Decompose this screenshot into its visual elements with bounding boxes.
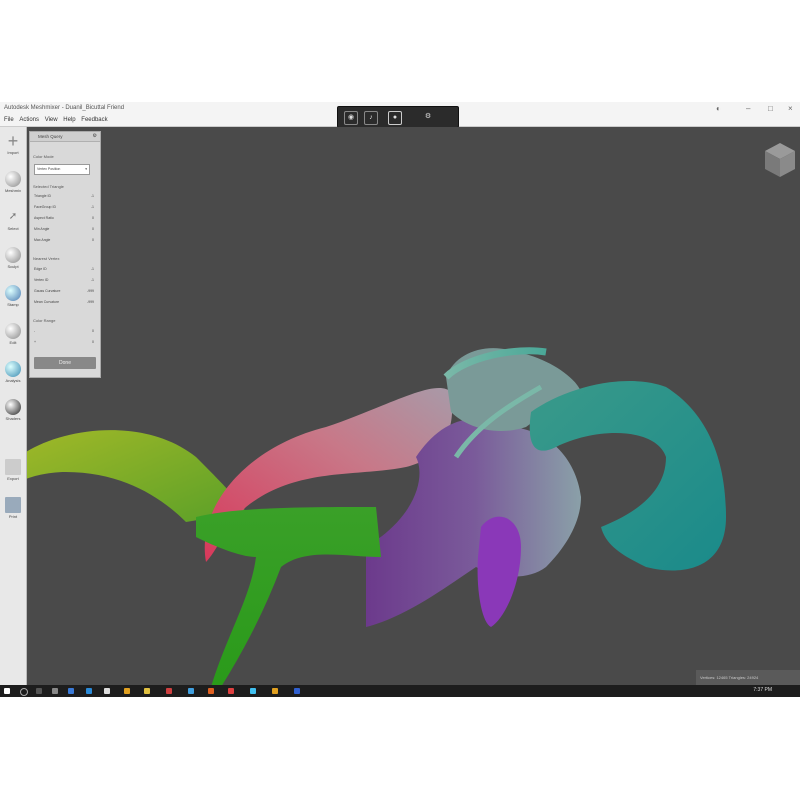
tool-sidebar: + Import Meshmix ➚ Select Sculpt Stamp E… [0,127,27,687]
app-icon[interactable] [166,688,172,694]
tool-select[interactable]: ➚ Select [1,207,25,241]
app-icon[interactable] [294,688,300,694]
mesh-query-panel: Mesh Query ⚙ Color Mode Vertex Position … [29,131,101,378]
folder-icon[interactable] [124,688,130,694]
tool-meshmix[interactable]: Meshmix [1,169,25,203]
tool-print[interactable]: Print [1,495,25,529]
edit-icon [5,323,21,339]
export-icon [5,459,21,475]
start-icon[interactable] [4,688,10,694]
mesh-stats: Vertices: 12465 Triangles: 24924 [696,670,800,685]
app-icon[interactable] [68,688,74,694]
facegroup-id-row: FaceGroup ID -1 [34,205,94,209]
view-cube-icon[interactable] [765,143,795,177]
3d-viewport[interactable] [26,127,800,687]
app-icon[interactable] [104,688,110,694]
min-angle-row: Min Angle 0 [34,227,94,231]
close-icon[interactable]: × [788,104,793,113]
selected-triangle-label: Selected Triangle [33,184,64,189]
task-view-icon[interactable] [36,688,42,694]
gauss-curvature-row: Gauss Curvature -999 [34,289,94,293]
max-angle-row: Max Angle 0 [34,238,94,242]
mesh-model[interactable] [26,127,800,687]
minimize-icon[interactable]: – [746,104,750,113]
color-mode-select[interactable]: Vertex Position ▾ [34,164,90,175]
stamp-icon [5,285,21,301]
app-icon[interactable] [208,688,214,694]
panel-title: Mesh Query [38,134,63,139]
arrow-icon: ➚ [8,211,18,222]
restore-icon[interactable]: ◐ [716,104,721,113]
maximize-icon[interactable]: □ [768,104,773,113]
capture-toolbar: ◉ ♪ ● ⚙ [337,106,459,128]
triangle-id-row: Triangle ID -1 [34,194,94,198]
color-mode-label: Color Mode [33,154,54,159]
tool-sculpt[interactable]: Sculpt [1,245,25,279]
mean-curvature-row: Mean Curvature -999 [34,300,94,304]
window-title: Autodesk Meshmixer - Duanil_Bicuttal Fri… [4,105,125,111]
range-min-row[interactable]: -0 [34,328,96,334]
nearest-vertex-label: Nearest Vertex [33,256,60,261]
menu-actions[interactable]: Actions [19,117,39,123]
color-range-label: Color Range [33,318,56,323]
app-icon[interactable] [52,688,58,694]
shader-icon [5,399,21,415]
edge-id-row: Edge ID -1 [34,267,94,271]
vertex-id-row: Vertex ID -1 [34,278,94,282]
camera-icon[interactable]: ◉ [344,111,358,125]
app-icon[interactable] [144,688,150,694]
tool-export[interactable]: Export [1,457,25,491]
app-icon[interactable] [86,688,92,694]
print-icon [5,497,21,513]
brush-icon [5,247,21,263]
tool-stamp[interactable]: Stamp [1,283,25,317]
done-button[interactable]: Done [34,357,96,369]
menu-file[interactable]: File [4,117,14,123]
menu-feedback[interactable]: Feedback [81,117,107,123]
app-icon[interactable] [228,688,234,694]
app-icon[interactable] [272,688,278,694]
app-icon[interactable] [188,688,194,694]
app-icon[interactable] [250,688,256,694]
taskbar-clock: 7:37 PM [753,687,772,693]
chevron-down-icon: ▾ [85,167,87,171]
menu-help[interactable]: Help [63,117,75,123]
search-icon[interactable] [20,688,28,696]
mic-icon[interactable]: ♪ [364,111,378,125]
tool-analysis[interactable]: Analysis [1,359,25,393]
sphere-icon [5,171,21,187]
record-icon[interactable]: ● [388,111,402,125]
settings-icon[interactable]: ⚙ [93,132,97,141]
tool-shaders[interactable]: Shaders [1,397,25,431]
range-max-row[interactable]: +0 [34,339,96,345]
panel-header: Mesh Query ⚙ [30,132,100,142]
tool-edit[interactable]: Edit [1,321,25,355]
tool-import[interactable]: + Import [1,131,25,165]
taskbar: 7:37 PM [0,685,800,697]
aspect-ratio-row: Aspect Ratio 0 [34,216,94,220]
analysis-icon [5,361,21,377]
app-window: Autodesk Meshmixer - Duanil_Bicuttal Fri… [0,102,800,697]
plus-icon: + [7,131,19,151]
settings-icon[interactable]: ⚙ [422,111,434,123]
menu-view[interactable]: View [45,117,58,123]
